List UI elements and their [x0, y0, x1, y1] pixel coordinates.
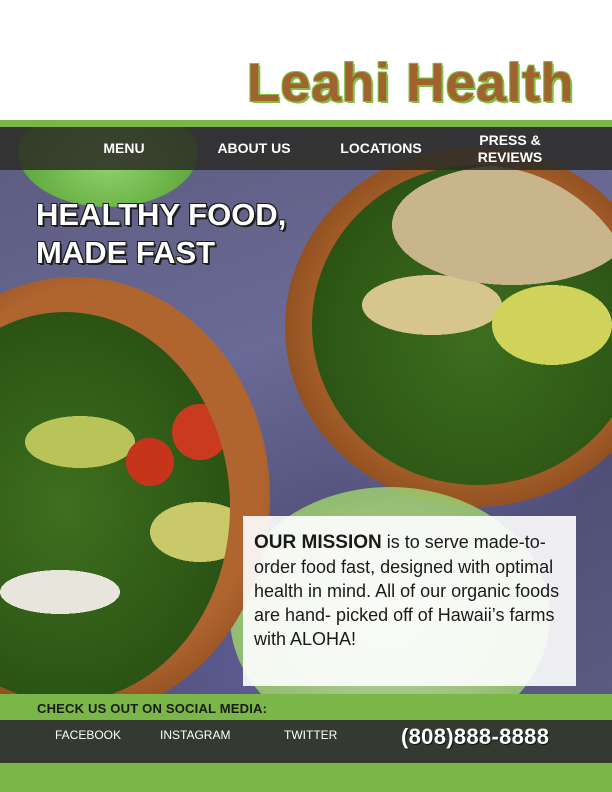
nav-press-reviews[interactable]: PRESS & REVIEWS	[462, 127, 558, 170]
footer-bottom-band	[0, 763, 612, 792]
hero-headline-line2: MADE FAST	[36, 235, 216, 270]
hero-headline: HEALTHY FOOD, MADE FAST	[36, 196, 336, 272]
instagram-link[interactable]: INSTAGRAM	[160, 728, 230, 742]
facebook-link[interactable]: FACEBOOK	[55, 728, 121, 742]
phone-number[interactable]: (808)888-8888	[401, 724, 549, 750]
mission-lead: OUR MISSION	[254, 532, 382, 553]
nav-press-label: PRESS & REVIEWS	[478, 132, 543, 166]
nav-locations[interactable]: LOCATIONS	[328, 127, 434, 170]
brand-logo-text[interactable]: Leahi Health	[247, 52, 574, 114]
page-header: Leahi Health	[0, 0, 612, 120]
twitter-link[interactable]: TWITTER	[284, 728, 337, 742]
header-divider	[0, 120, 612, 127]
nav-about-us[interactable]: ABOUT US	[204, 127, 304, 170]
mission-statement-box: OUR MISSION is to serve made-to-order fo…	[243, 516, 576, 686]
main-nav: MENU ABOUT US LOCATIONS PRESS & REVIEWS	[0, 127, 612, 170]
nav-menu[interactable]: MENU	[84, 127, 164, 170]
nav-press-line2: REVIEWS	[477, 148, 543, 165]
social-media-title: CHECK US OUT ON SOCIAL MEDIA:	[37, 701, 268, 716]
hero-headline-line1: HEALTHY FOOD,	[36, 197, 287, 232]
nav-press-line1: PRESS &	[479, 131, 541, 148]
